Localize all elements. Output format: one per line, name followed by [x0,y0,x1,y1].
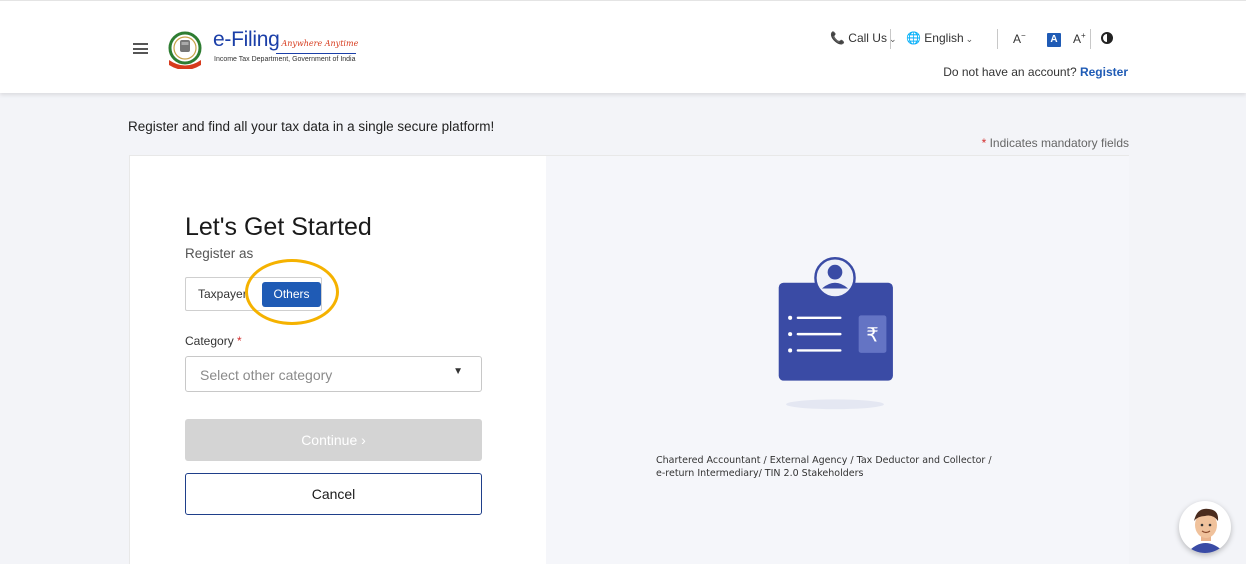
phone-icon: 📞 [830,31,845,45]
font-increase-button[interactable]: A+ [1073,31,1086,46]
account-prompt-text: Do not have an account? [943,65,1077,79]
category-label-text: Category [185,334,234,348]
call-us-label: Call Us [848,31,887,45]
id-card-illustration: ₹ [778,257,893,410]
language-label: English [924,31,964,45]
font-decrease-button[interactable]: A− [1013,31,1026,46]
form-title: Let's Get Started [185,213,372,241]
register-as-toggle: Taxpayer Others [185,277,322,311]
required-star: * [981,136,987,150]
category-label: Category * [185,334,242,348]
account-prompt: Do not have an account? Register [943,65,1128,79]
site-header: e-Filing Anywhere Anytime Income Tax Depa… [0,0,1246,93]
header-divider [997,29,998,49]
site-logo-title[interactable]: e-Filing Anywhere Anytime [213,28,358,52]
category-select[interactable]: Select other category ▼ [185,356,482,392]
register-link[interactable]: Register [1080,65,1128,79]
emblem-logo-icon [168,31,202,69]
language-dropdown[interactable]: 🌐 English ⌄ [906,31,973,45]
caret-down-icon: ▼ [453,366,463,377]
chevron-right-icon: › [361,432,366,448]
chatbot-face-icon [1187,508,1225,553]
rupee-icon: ₹ [866,323,878,346]
required-star: * [237,334,242,348]
logo-tagline: Anywhere Anytime [281,39,359,48]
header-divider [1090,29,1091,49]
logo-subtitle: Income Tax Department, Government of Ind… [214,56,356,63]
continue-button[interactable]: Continue › [185,419,482,461]
call-us-dropdown[interactable]: 📞 Call Us ⌄ [830,31,897,45]
chevron-down-icon: ⌄ [965,34,974,44]
header-divider [890,29,891,49]
others-option[interactable]: Others [262,282,321,307]
taxpayer-option[interactable]: Taxpayer [198,287,259,301]
mandatory-note: * Indicates mandatory fields [982,136,1129,150]
globe-icon: 🌐 [906,31,921,45]
register-as-label: Register as [185,246,254,261]
caption-line: Chartered Accountant / External Agency /… [656,455,992,466]
cancel-button[interactable]: Cancel [185,473,482,515]
registration-card: Let's Get Started Register as Taxpayer O… [129,155,1129,564]
illustration-caption: Chartered Accountant / External Agency /… [656,454,1056,480]
continue-button-label: Continue [301,432,358,448]
caption-line: e-return Intermediary/ TIN 2.0 Stakehold… [656,468,864,479]
contrast-toggle-icon[interactable] [1101,32,1113,44]
hamburger-menu-icon[interactable] [133,43,148,54]
category-select-placeholder: Select other category [200,367,333,383]
page-tagline: Register and find all your tax data in a… [128,119,495,134]
chatbot-avatar-icon[interactable] [1179,501,1231,553]
logo-underline [276,53,356,54]
mandatory-note-text: Indicates mandatory fields [989,136,1129,150]
font-normal-button[interactable]: A [1047,33,1061,47]
